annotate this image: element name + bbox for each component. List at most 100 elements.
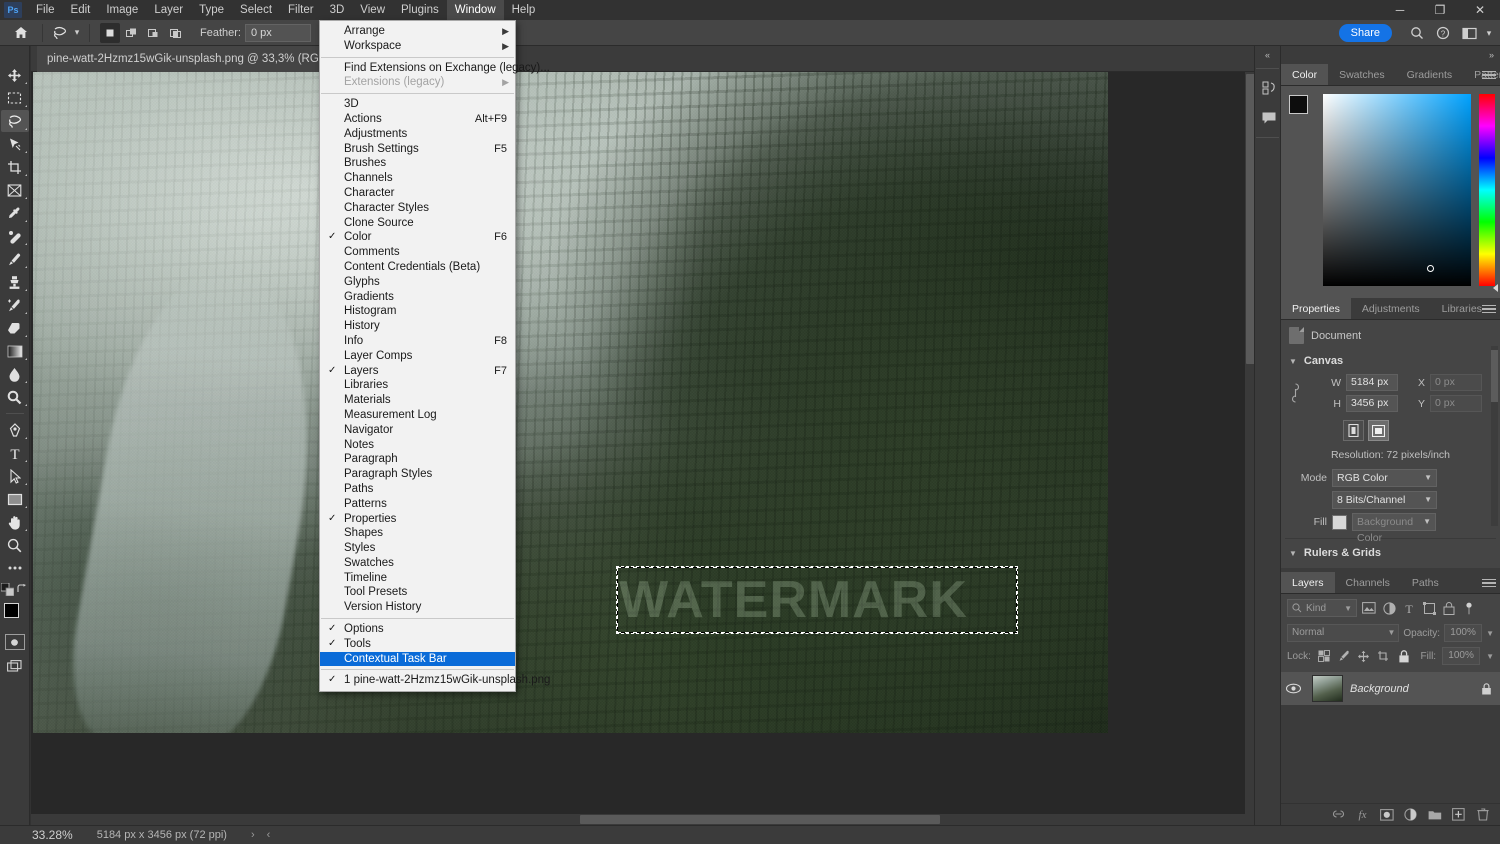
workspace-icon[interactable] (1458, 23, 1480, 43)
minimize-button[interactable]: ─ (1380, 0, 1420, 20)
opacity-chevron-icon[interactable]: ▼ (1486, 629, 1494, 638)
menu-plugins[interactable]: Plugins (393, 0, 447, 20)
window-menu-item-paths[interactable]: Paths (320, 482, 515, 497)
rulers-grids-section-header[interactable]: ▼ Rulers & Grids (1281, 539, 1500, 568)
properties-scroll-thumb[interactable] (1491, 350, 1498, 402)
pixel-filter-icon[interactable] (1361, 600, 1377, 616)
bit-depth-select[interactable]: 8 Bits/Channel ▼ (1332, 491, 1437, 509)
help-icon[interactable]: ? (1432, 23, 1454, 43)
window-menu-item-tool-presets[interactable]: Tool Presets (320, 585, 515, 600)
lasso-tool[interactable] (1, 110, 29, 132)
type-tool[interactable]: T (1, 442, 29, 464)
add-to-selection-button[interactable] (122, 23, 142, 43)
clone-stamp-tool[interactable] (1, 271, 29, 293)
hand-tool[interactable] (1, 511, 29, 533)
type-filter-icon[interactable]: T (1401, 600, 1417, 616)
lock-all-icon[interactable] (1397, 649, 1411, 663)
chevron-down-icon[interactable]: ▼ (1424, 470, 1432, 486)
window-menu-item-version-history[interactable]: Version History (320, 600, 515, 615)
panel-menu-icon[interactable] (1482, 303, 1496, 315)
tab-properties[interactable]: Properties (1281, 298, 1351, 319)
window-menu-item-swatches[interactable]: Swatches (320, 556, 515, 571)
landscape-orientation-button[interactable] (1368, 420, 1389, 441)
chevron-down-icon[interactable]: ▼ (1423, 514, 1431, 530)
lock-position-icon[interactable] (1357, 649, 1371, 663)
object-selection-tool[interactable] (1, 133, 29, 155)
tab-color[interactable]: Color (1281, 64, 1328, 85)
window-menu-item-layers[interactable]: ✓LayersF7 (320, 364, 515, 379)
marching-ants-selection[interactable] (617, 567, 1017, 633)
window-menu-item-paragraph[interactable]: Paragraph (320, 452, 515, 467)
window-menu-item-character[interactable]: Character (320, 186, 515, 201)
window-menu-item-gradients[interactable]: Gradients (320, 290, 515, 305)
eraser-tool[interactable] (1, 317, 29, 339)
feather-input[interactable]: 0 px (245, 24, 311, 42)
menu-filter[interactable]: Filter (280, 0, 322, 20)
menu-3d[interactable]: 3D (322, 0, 353, 20)
blend-mode-select[interactable]: Normal ▼ (1287, 624, 1399, 642)
zoom-tool[interactable] (1, 534, 29, 556)
fill-chevron-icon[interactable]: ▼ (1486, 652, 1494, 661)
hue-slider[interactable] (1479, 94, 1495, 286)
crop-tool[interactable] (1, 156, 29, 178)
brush-tool[interactable] (1, 248, 29, 270)
swap-colors-icon[interactable] (17, 584, 28, 595)
hue-slider-marker[interactable] (1493, 284, 1498, 292)
window-menu-item-workspace[interactable]: Workspace▶ (320, 39, 515, 54)
path-selection-tool[interactable] (1, 465, 29, 487)
fill-color-swatch[interactable] (1332, 515, 1347, 530)
frame-tool[interactable] (1, 179, 29, 201)
window-menu-item-materials[interactable]: Materials (320, 393, 515, 408)
layer-filter-kind-select[interactable]: Kind ▼ (1287, 599, 1357, 617)
color-panel-foreground-swatch[interactable] (1289, 95, 1308, 114)
history-icon[interactable] (1255, 73, 1282, 103)
menu-file[interactable]: File (28, 0, 63, 20)
lock-artboard-icon[interactable] (1377, 649, 1391, 663)
move-tool[interactable] (1, 64, 29, 86)
color-swatches[interactable] (1, 602, 29, 628)
new-layer-icon[interactable] (1451, 807, 1466, 822)
lock-transparent-icon[interactable] (1317, 649, 1331, 663)
panel-menu-icon[interactable] (1482, 577, 1496, 589)
pen-tool[interactable] (1, 419, 29, 441)
window-menu-item-character-styles[interactable]: Character Styles (320, 201, 515, 216)
tab-channels[interactable]: Channels (1335, 572, 1401, 593)
window-menu-item-layer-comps[interactable]: Layer Comps (320, 349, 515, 364)
color-panel-swatches[interactable] (1289, 95, 1315, 121)
layer-visibility-icon[interactable] (1281, 683, 1305, 694)
canvas-section-header[interactable]: ▼ Canvas (1281, 350, 1500, 372)
window-menu-item-adjustments[interactable]: Adjustments (320, 127, 515, 142)
share-button[interactable]: Share (1339, 24, 1392, 42)
document-tab[interactable]: pine-watt-2Hzmz15wGik-unsplash.png @ 33,… (37, 46, 367, 72)
subtract-from-selection-button[interactable] (144, 23, 164, 43)
adjustment-filter-icon[interactable] (1381, 600, 1397, 616)
chevron-down-icon[interactable]: ▼ (1424, 492, 1432, 508)
status-prev-arrow[interactable]: ‹ (267, 829, 271, 841)
adjustment-layer-icon[interactable] (1403, 807, 1418, 822)
window-menu-item-info[interactable]: InfoF8 (320, 334, 515, 349)
dodge-tool[interactable] (1, 386, 29, 408)
opacity-input[interactable]: 100% (1444, 624, 1482, 642)
window-menu-dropdown[interactable]: Arrange▶Workspace▶Find Extensions on Exc… (319, 20, 516, 692)
layer-mask-icon[interactable] (1379, 807, 1394, 822)
window-menu-item-brush-settings[interactable]: Brush SettingsF5 (320, 142, 515, 157)
menu-select[interactable]: Select (232, 0, 280, 20)
chevron-down-icon[interactable]: ▾ (1484, 23, 1494, 43)
search-icon[interactable] (1406, 23, 1428, 43)
eyedropper-tool[interactable] (1, 202, 29, 224)
tab-layers[interactable]: Layers (1281, 572, 1335, 593)
window-menu-item-extensions-legacy[interactable]: Extensions (legacy)▶ (320, 75, 515, 90)
history-brush-tool[interactable] (1, 294, 29, 316)
fill-input[interactable]: 100% (1442, 647, 1480, 665)
window-menu-item-channels[interactable]: Channels (320, 171, 515, 186)
close-button[interactable]: ✕ (1460, 0, 1500, 20)
window-menu-item-shapes[interactable]: Shapes (320, 526, 515, 541)
window-menu-item-glyphs[interactable]: Glyphs (320, 275, 515, 290)
window-menu-item-histogram[interactable]: Histogram (320, 304, 515, 319)
new-selection-button[interactable] (100, 23, 120, 43)
delete-layer-icon[interactable] (1475, 807, 1490, 822)
gradient-tool[interactable] (1, 340, 29, 362)
fill-source-select[interactable]: Background Color ▼ (1352, 513, 1436, 531)
screen-mode-icon[interactable] (1, 655, 29, 677)
home-icon[interactable] (10, 22, 32, 44)
